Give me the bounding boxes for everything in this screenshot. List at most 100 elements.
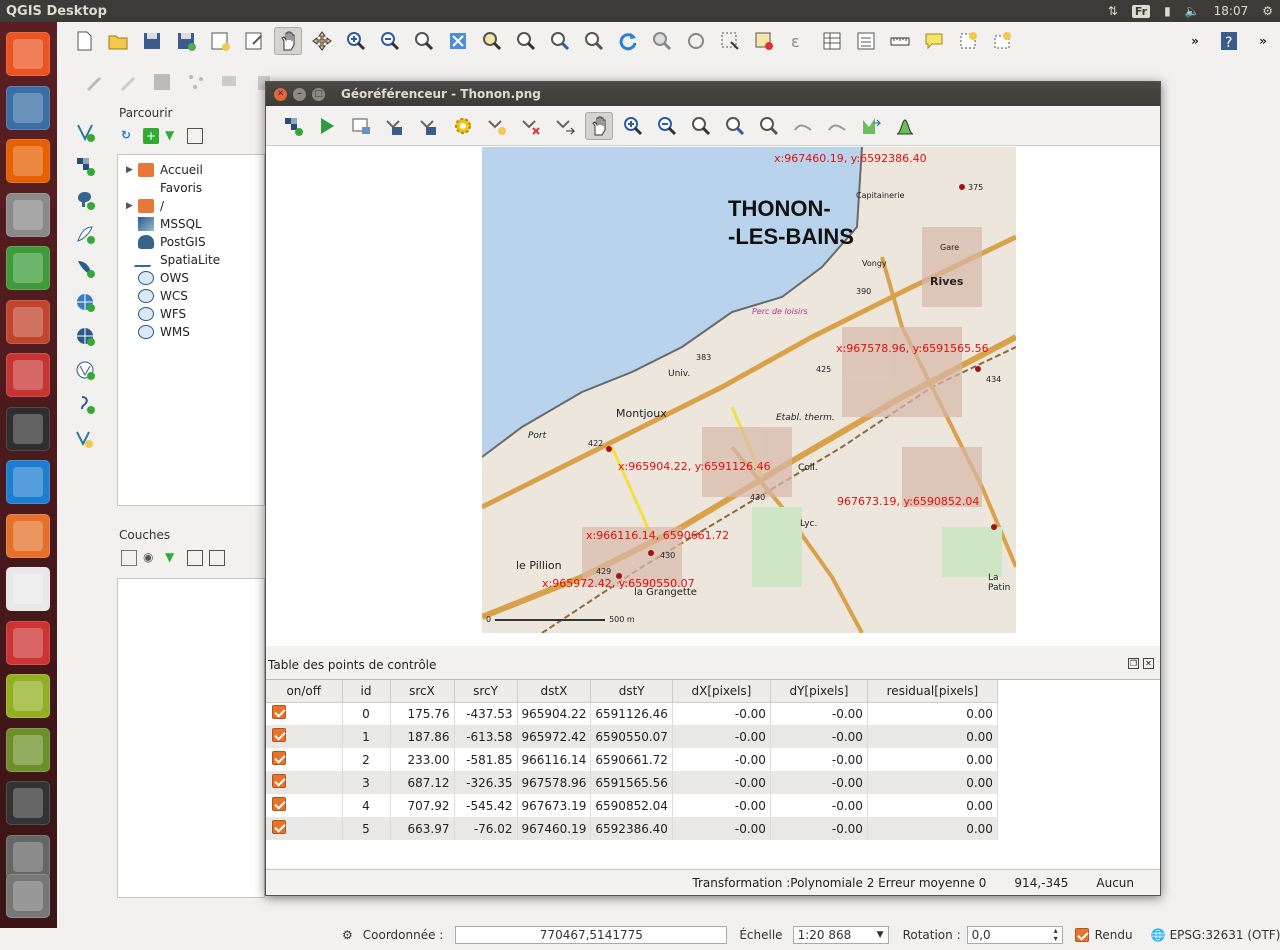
new-print-layout-icon[interactable] (206, 27, 234, 55)
zoom-last-icon[interactable] (546, 27, 574, 55)
zoom-full-icon[interactable] (444, 27, 472, 55)
zoom-in-icon[interactable] (342, 27, 370, 55)
minimize-window-button[interactable]: – (293, 87, 306, 101)
gcp-enabled-checkbox[interactable] (272, 751, 286, 765)
zoom-out-icon[interactable] (376, 27, 404, 55)
pan-to-selection-icon[interactable] (308, 27, 336, 55)
gcp-cell-srcy[interactable]: -76.02 (454, 817, 518, 840)
gcp-enabled-cell[interactable] (266, 702, 343, 725)
new-project-icon[interactable] (70, 27, 98, 55)
gcp-cell-id[interactable]: 4 (342, 794, 391, 817)
launcher-libreoffice-impress-icon[interactable] (6, 299, 50, 344)
table-row[interactable]: 5 663.97 -76.02 967460.19 6592386.40 -0.00 -0.… (266, 817, 998, 840)
gcp-cell-srcx[interactable]: 707.92 (390, 794, 455, 817)
gcp-enabled-cell[interactable] (266, 748, 343, 771)
gcp-enabled-cell[interactable] (266, 794, 343, 817)
gcp-cell-srcy[interactable]: -613.58 (454, 725, 518, 748)
volume-icon[interactable]: 🔈 (1185, 4, 1200, 18)
launcher-qgis-icon[interactable] (6, 674, 50, 718)
table-row[interactable]: 3 687.12 -326.35 967578.96 6591565.56 -0.00 -0… (266, 771, 998, 794)
gcp-cell-srcx[interactable]: 187.86 (390, 725, 455, 748)
gcp-cell-dstx[interactable]: 967578.96 (517, 771, 592, 794)
browser-item-wms[interactable]: WMS (118, 323, 264, 341)
expand-all-icon[interactable] (187, 550, 203, 566)
launcher-libreoffice-calc-icon[interactable] (6, 246, 50, 290)
launcher-system-settings-icon[interactable] (6, 620, 50, 665)
gcp-enabled-cell[interactable] (266, 725, 343, 748)
gcp-cell-srcx[interactable]: 663.97 (390, 817, 455, 840)
column-header[interactable]: srcX (390, 680, 455, 703)
add-selected-layers-icon[interactable]: + (143, 128, 159, 144)
add-wms-layer-icon[interactable] (71, 288, 99, 316)
launcher-libreoffice-draw-icon[interactable] (6, 353, 50, 397)
start-georeferencing-icon[interactable] (313, 112, 341, 140)
gcp-cell-srcy[interactable]: -545.42 (454, 794, 518, 817)
generate-gdal-script-icon[interactable] (347, 112, 375, 140)
launcher-qgis-browser-icon[interactable] (6, 727, 50, 772)
gcp-cell-dx[interactable]: -0.00 (672, 771, 771, 794)
refresh-icon[interactable]: ↻ (121, 128, 137, 144)
browser-item-ows[interactable]: OWS (118, 269, 264, 287)
table-row[interactable]: 4 707.92 -545.42 967673.19 6590852.04 -0.00 -0… (266, 794, 998, 817)
gcp-cell-res[interactable]: 0.00 (867, 702, 998, 725)
deselect-icon[interactable] (750, 27, 778, 55)
add-wcs-layer-icon[interactable] (71, 322, 99, 350)
launcher-file-manager-icon[interactable] (6, 192, 50, 237)
crs-status[interactable]: EPSG:32631 (OTF) (1170, 928, 1280, 942)
transformation-settings-icon[interactable] (449, 112, 477, 140)
launcher-software-center-icon[interactable] (6, 513, 50, 558)
expand-arrow-icon[interactable]: ▶ (126, 165, 138, 175)
full-histogram-stretch-icon[interactable] (857, 112, 885, 140)
zoom-next-icon[interactable] (755, 112, 783, 140)
gcp-cell-dsty[interactable]: 6590550.07 (590, 725, 673, 748)
browser-item-favoris[interactable]: Favoris (118, 179, 264, 197)
browser-item-spatialite[interactable]: SpatiaLite (118, 251, 264, 269)
gcp-cell-srcx[interactable]: 233.00 (390, 748, 455, 771)
gcp-cell-srcx[interactable]: 687.12 (390, 771, 455, 794)
toolbar-overflow-icon[interactable]: » (1181, 27, 1209, 55)
link-qgis-icon[interactable] (823, 112, 851, 140)
toolbar-overflow-icon-2[interactable]: » (1249, 27, 1277, 55)
zoom-to-layer-icon[interactable] (512, 27, 540, 55)
gcp-cell-dx[interactable]: -0.00 (672, 702, 771, 725)
filter-icon[interactable]: ▼ (165, 128, 181, 144)
gcp-cell-id[interactable]: 5 (342, 817, 391, 840)
open-raster-icon[interactable] (279, 112, 307, 140)
layers-tree[interactable] (117, 578, 265, 898)
identify-features-icon[interactable] (682, 27, 710, 55)
gcp-cell-srcy[interactable]: -437.53 (454, 702, 518, 725)
select-features-icon[interactable] (716, 27, 744, 55)
gcp-enabled-checkbox[interactable] (272, 705, 286, 720)
launcher-save-disk-icon[interactable] (6, 781, 50, 825)
table-row[interactable]: 2 233.00 -581.85 966116.14 6590661.72 -0.00 -0… (266, 748, 998, 771)
add-delimited-text-icon[interactable] (71, 390, 99, 418)
help-icon[interactable]: ? (1215, 27, 1243, 55)
messages-icon[interactable]: ⚙ (342, 928, 353, 942)
gcp-cell-srcx[interactable]: 175.76 (390, 702, 455, 725)
clock[interactable]: 18:07 (1214, 4, 1249, 18)
zoom-native-icon[interactable] (410, 27, 438, 55)
gcp-cell-dy[interactable]: -0.00 (770, 817, 868, 840)
gcp-cell-dy[interactable]: -0.00 (770, 794, 868, 817)
gcp-enabled-cell[interactable] (266, 771, 343, 794)
launcher-terminal-icon[interactable] (6, 406, 50, 451)
show-bookmarks-icon[interactable] (988, 27, 1016, 55)
add-point-icon[interactable] (483, 112, 511, 140)
table-row[interactable]: 0 175.76 -437.53 965904.22 6591126.46 -0.00 -0… (266, 702, 998, 725)
collapse-all-icon[interactable] (187, 128, 203, 144)
gcp-cell-dy[interactable]: -0.00 (770, 702, 868, 725)
add-spatialite-layer-icon[interactable] (71, 220, 99, 248)
gcp-cell-dsty[interactable]: 6590852.04 (590, 794, 673, 817)
load-gcp-points-icon[interactable] (381, 112, 409, 140)
gcp-cell-id[interactable]: 1 (342, 725, 391, 748)
gcp-cell-srcy[interactable]: -581.85 (454, 748, 518, 771)
statistics-icon[interactable] (852, 27, 880, 55)
move-gcp-point-icon[interactable] (551, 112, 579, 140)
new-bookmark-icon[interactable] (954, 27, 982, 55)
zoom-in-icon[interactable] (619, 112, 647, 140)
raster-map[interactable]: THONON- -LES-BAINS Montjoux Rives le Pil… (482, 147, 1016, 633)
layout-manager-icon[interactable] (240, 27, 268, 55)
eye-icon[interactable]: ◉ (143, 550, 159, 566)
gcp-cell-res[interactable]: 0.00 (867, 794, 998, 817)
zoom-to-selection-icon[interactable] (478, 27, 506, 55)
